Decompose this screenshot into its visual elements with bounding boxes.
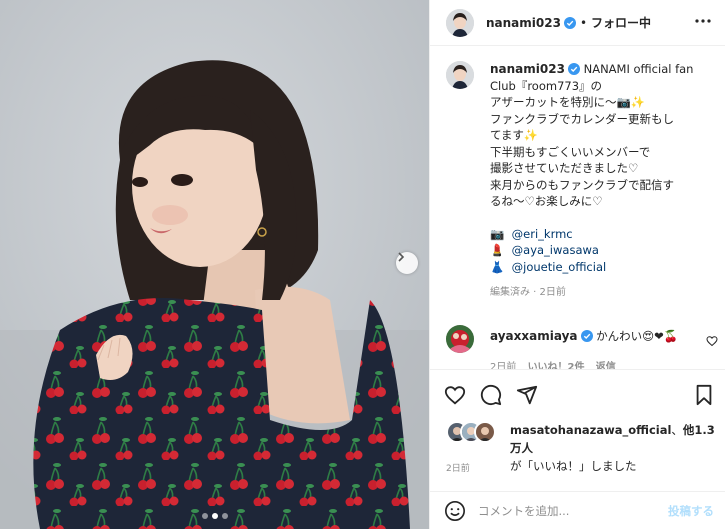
caption-text: NANAMI official fan: [583, 62, 694, 76]
chevron-right-icon: [398, 252, 405, 262]
caption-username[interactable]: nanami023: [490, 62, 565, 76]
carousel-dot: [221, 513, 228, 519]
caption-text: Club『room773』の: [490, 78, 603, 93]
verified-badge-icon: [563, 16, 576, 29]
caption-text: 来月からのもファンクラブで配信す: [490, 177, 674, 192]
carousel-dot: [201, 513, 208, 519]
caption-text: てます✨: [490, 128, 539, 142]
caption-avatar[interactable]: [446, 61, 474, 89]
author-avatar[interactable]: [446, 8, 474, 37]
more-options-icon[interactable]: [694, 12, 712, 30]
post-viewer: nanami023 • フォロー中 nanami023 NANAMI offic…: [0, 0, 725, 529]
post-comment-button[interactable]: 投稿する: [668, 503, 714, 519]
camera-emoji-icon: 📷: [490, 226, 505, 241]
caption-meta: 編集済み · 2日前: [490, 287, 566, 298]
caption-text: 撮影させていただきました♡: [490, 161, 639, 175]
post-header: nanami023 • フォロー中: [430, 0, 725, 46]
comment-input[interactable]: [478, 501, 678, 521]
lipstick-emoji-icon: 💄: [490, 243, 505, 257]
caption-text: 下半期もすごくいいメンバーで: [490, 144, 651, 159]
comment-item: ayaxxamiaya かんわい😍❤🍒 2日前 いいね！2件 返信: [446, 325, 718, 370]
likes-separator: 、: [671, 423, 683, 437]
carousel-dot-active: [211, 513, 218, 519]
caption-text: るね〜♡お楽しみに♡: [490, 194, 603, 208]
portrait-image: [0, 0, 429, 529]
mention-link[interactable]: @jouetie_official: [512, 260, 607, 274]
avatar-image: [446, 325, 474, 353]
post-photo[interactable]: [0, 0, 429, 529]
save-bookmark-icon[interactable]: [694, 384, 714, 406]
commenter-username[interactable]: ayaxxamiaya: [490, 329, 578, 343]
avatar-image: [446, 61, 474, 89]
post-side-panel: nanami023 • フォロー中 nanami023 NANAMI offic…: [429, 0, 725, 529]
caption-text: アザーカットを特別に〜📷✨: [490, 95, 646, 109]
post-date[interactable]: 2日前: [446, 461, 470, 474]
avatar-image: [476, 423, 494, 441]
mention-link[interactable]: @eri_krmc: [512, 227, 573, 241]
comment-text: かんわい😍❤🍒: [596, 329, 679, 343]
comment-like-heart-icon[interactable]: [706, 335, 718, 347]
verified-badge-icon: [567, 63, 580, 75]
comment-bubble-icon[interactable]: [480, 384, 502, 406]
author-username[interactable]: nanami023: [486, 16, 561, 30]
post-caption: nanami023 NANAMI official fan Club『room7…: [446, 61, 714, 302]
liker-username[interactable]: masatohanazawa_official: [510, 423, 671, 437]
share-send-icon[interactable]: [516, 384, 538, 406]
credit-row: 💄 @aya_iwasawa: [490, 242, 714, 259]
like-heart-icon[interactable]: [444, 384, 466, 406]
emoji-smile-icon[interactable]: [444, 500, 466, 522]
credit-row: 📷 @eri_krmc: [490, 226, 714, 243]
add-comment-bar: 投稿する: [430, 491, 725, 529]
following-button[interactable]: フォロー中: [591, 14, 651, 31]
credit-row: 👗 @jouetie_official: [490, 259, 714, 276]
avatar-image: [446, 8, 474, 37]
next-slide-button[interactable]: [396, 252, 418, 274]
commenter-avatar[interactable]: [446, 325, 474, 353]
separator-dot: •: [579, 15, 588, 30]
likes-suffix: が「いいね！」しました: [510, 459, 637, 473]
carousel-indicator: [0, 513, 429, 519]
mention-link[interactable]: @aya_iwasawa: [512, 243, 599, 257]
likes-text: masatohanazawa_official、他1.3 万人 が「いいね！」し…: [510, 421, 716, 475]
verified-badge-icon: [580, 330, 593, 342]
action-bar: [430, 369, 725, 412]
liker-avatar[interactable]: [474, 421, 496, 443]
likes-summary: masatohanazawa_official、他1.3 万人 が「いいね！」し…: [446, 421, 716, 475]
dress-emoji-icon: 👗: [490, 259, 505, 274]
caption-text: ファンクラブでカレンダー更新もし: [490, 111, 674, 126]
